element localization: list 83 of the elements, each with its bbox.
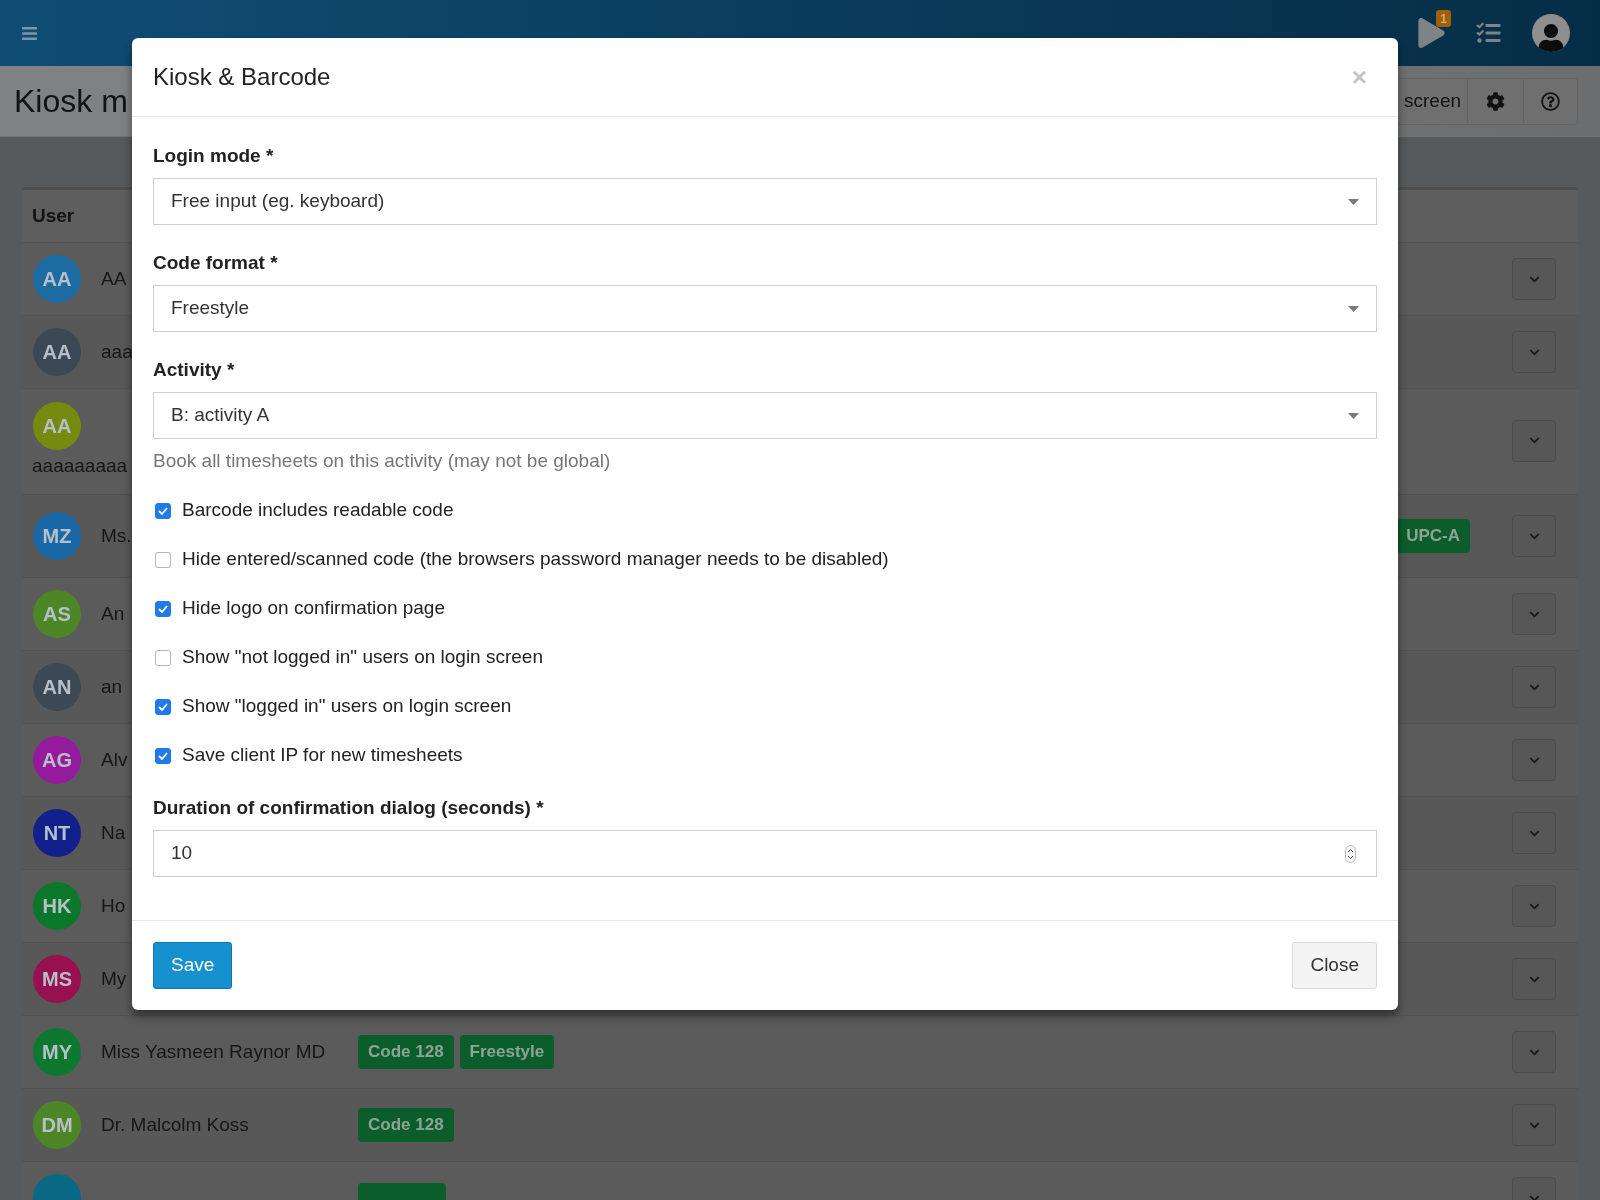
toolbar-button[interactable]: screen bbox=[1398, 77, 1468, 125]
row-menu-button[interactable] bbox=[1512, 593, 1556, 635]
row-menu-button[interactable] bbox=[1512, 958, 1556, 1000]
dropdown-caret-icon bbox=[1348, 198, 1359, 205]
column-header: User bbox=[32, 203, 75, 228]
checkbox[interactable] bbox=[155, 551, 171, 568]
user-avatar: AA bbox=[33, 402, 81, 450]
row-menu-button[interactable] bbox=[1512, 812, 1556, 854]
user-name: Ho bbox=[101, 894, 126, 916]
row-menu-button[interactable] bbox=[1512, 739, 1556, 781]
select-field[interactable]: B: activity A bbox=[153, 392, 1377, 439]
user-name: Ms. bbox=[101, 524, 132, 546]
select-field[interactable]: Freestyle bbox=[153, 285, 1377, 332]
select-field[interactable]: Free input (eg. keyboard) bbox=[153, 178, 1377, 225]
user-avatar: MZ bbox=[33, 512, 81, 560]
field-label: Code format * bbox=[153, 251, 279, 275]
checkbox-label: Barcode includes readable code bbox=[182, 498, 454, 523]
checkmark-icon bbox=[158, 702, 168, 711]
checklist-icon[interactable] bbox=[1474, 21, 1503, 45]
checkbox-label: Save client IP for new timesheets bbox=[182, 743, 463, 768]
user-name: Na bbox=[101, 821, 126, 843]
user-name: Dr. Malcolm Koss bbox=[101, 1113, 249, 1135]
page-title: Kiosk m bbox=[14, 82, 128, 121]
format-tag: Freestyle bbox=[459, 1035, 555, 1069]
user-avatar: NT bbox=[33, 809, 81, 857]
user-avatar: AG bbox=[33, 736, 81, 784]
row-menu-button[interactable] bbox=[1512, 515, 1556, 557]
user-name: aaaaaaaaa bbox=[32, 455, 128, 476]
format-tag: Code 128 bbox=[358, 1035, 454, 1069]
number-field[interactable]: 10 bbox=[153, 830, 1377, 877]
row-menu-button[interactable] bbox=[1512, 885, 1556, 927]
row-menu-button[interactable] bbox=[1512, 666, 1556, 708]
checkmark-icon bbox=[158, 506, 168, 515]
row-menu-button[interactable] bbox=[1512, 331, 1556, 373]
user-name: aaa bbox=[101, 340, 133, 362]
checkbox[interactable] bbox=[155, 649, 171, 666]
row-menu-button[interactable] bbox=[1512, 1104, 1556, 1146]
checkbox[interactable] bbox=[155, 502, 171, 519]
field-label: Duration of confirmation dialog (seconds) * bbox=[153, 796, 545, 820]
user-avatar: AS bbox=[33, 590, 81, 638]
checkmark-icon bbox=[158, 604, 168, 613]
row-menu-button[interactable] bbox=[1512, 258, 1556, 300]
row-menu-button[interactable] bbox=[1512, 419, 1556, 462]
help-text: Book all timesheets on this activity (may not be global) bbox=[153, 449, 612, 473]
checkbox-label: Hide entered/scanned code (the browsers password manager needs to be disabled) bbox=[182, 547, 889, 572]
user-avatar: MY bbox=[33, 1028, 81, 1076]
field-label: Login mode * bbox=[153, 144, 275, 168]
help-button[interactable] bbox=[1524, 77, 1578, 125]
user-avatar: HK bbox=[33, 882, 81, 930]
checkbox-label: Show "logged in" users on login screen bbox=[182, 694, 512, 719]
dropdown-caret-icon bbox=[1348, 305, 1359, 312]
user-name: an bbox=[101, 675, 123, 697]
settings-button[interactable] bbox=[1468, 77, 1524, 125]
user-name: My bbox=[101, 967, 127, 989]
format-tag: UPC-A bbox=[1396, 519, 1470, 553]
checkbox[interactable] bbox=[155, 600, 171, 617]
dropdown-caret-icon bbox=[1348, 412, 1359, 419]
user-avatar: DM bbox=[33, 1101, 81, 1149]
user-avatar: AN bbox=[33, 663, 81, 711]
user-name: Alv bbox=[101, 748, 128, 770]
modal-title: Kiosk & Barcode bbox=[153, 62, 331, 92]
format-tag: Code 128 bbox=[358, 1108, 454, 1142]
user-avatar: AA bbox=[33, 328, 81, 376]
notification-badge: 1 bbox=[1436, 10, 1451, 27]
checkbox[interactable] bbox=[155, 698, 171, 715]
checkmark-icon bbox=[158, 751, 168, 760]
help-icon bbox=[1541, 91, 1560, 111]
settings-icon bbox=[1486, 91, 1505, 111]
user-name: AA bbox=[101, 267, 127, 289]
checkbox-label: Hide logo on confirmation page bbox=[182, 596, 445, 621]
row-menu-button[interactable] bbox=[1512, 1031, 1556, 1073]
checkbox-label: Show "not logged in" users on login screen bbox=[182, 645, 543, 670]
field-label: Activity * bbox=[153, 358, 236, 382]
menu-icon[interactable] bbox=[20, 24, 39, 42]
user-avatar-icon[interactable] bbox=[1532, 14, 1570, 52]
number-spinner-icon[interactable] bbox=[1345, 844, 1356, 863]
user-avatar: MS bbox=[33, 955, 81, 1003]
checkbox[interactable] bbox=[155, 747, 171, 764]
close-button[interactable]: Close bbox=[1292, 942, 1377, 989]
user-name: An bbox=[101, 602, 125, 624]
user-avatar: AA bbox=[33, 255, 81, 303]
user-name: Miss Yasmeen Raynor MD bbox=[101, 1040, 326, 1062]
save-button[interactable]: Save bbox=[153, 942, 233, 989]
